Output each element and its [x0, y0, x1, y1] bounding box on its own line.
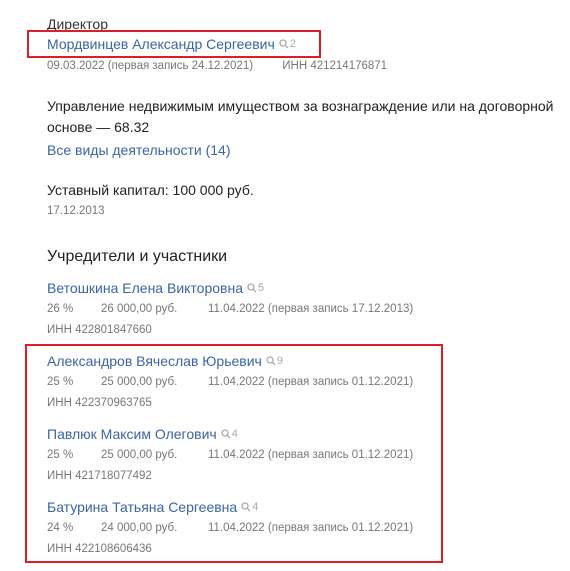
founder-share: 25 % [47, 449, 74, 461]
activity-line-1: Управление недвижимым имуществом за возн… [47, 98, 554, 114]
highlight-director [27, 30, 321, 58]
founder-inn: ИНН 422108606436 [47, 543, 152, 555]
founder-meta: 24 % 24 000,00 руб. 11.04.2022 (первая зап… [47, 522, 413, 534]
founder-count-value: 4 [252, 501, 259, 513]
all-activities-link[interactable]: Все виды деятельности (14) [47, 142, 231, 158]
founder-amount: 26 000,00 руб. [101, 303, 178, 315]
director-inn: ИНН 421214176871 [282, 60, 388, 72]
founder-count: 9 [266, 355, 283, 367]
founder-amount: 25 000,00 руб. [101, 449, 178, 461]
founder-meta: 25 % 25 000,00 руб. 11.04.2022 (первая зап… [47, 376, 413, 388]
founder-share: 25 % [47, 376, 74, 388]
search-icon [241, 502, 251, 512]
founder-count-value: 4 [231, 428, 238, 440]
capital-date: 17.12.2013 [47, 205, 105, 217]
activity-line-2: основе — 68.32 [47, 119, 150, 135]
founder-name-link[interactable]: Батурина Татьяна Сергеевна [47, 499, 237, 515]
founder-date: 11.04.2022 (первая запись 17.12.2013) [208, 303, 414, 315]
search-icon [266, 356, 276, 366]
founder-name-row: Батурина Татьяна Сергеевна 4 [47, 499, 258, 517]
founder-count: 4 [221, 428, 238, 440]
founder-name-link[interactable]: Ветошкина Елена Викторовна [47, 280, 243, 296]
founder-share: 24 % [47, 522, 74, 534]
founder-name-row: Александров Вячеслав Юрьевич 9 [47, 353, 283, 371]
founder-share: 26 % [47, 303, 74, 315]
founder-amount: 24 000,00 руб. [101, 522, 178, 534]
founder-inn: ИНН 422801847660 [47, 324, 152, 336]
founder-date: 11.04.2022 (первая запись 01.12.2021) [208, 376, 414, 388]
director-date: 09.03.2022 (первая запись 24.12.2021) [47, 60, 254, 72]
search-icon [247, 283, 257, 293]
founder-inn: ИНН 421718077492 [47, 470, 152, 482]
founder-amount: 25 000,00 руб. [101, 376, 178, 388]
founder-meta: 25 % 25 000,00 руб. 11.04.2022 (первая зап… [47, 449, 413, 461]
founder-name-row: Павлюк Максим Олегович 4 [47, 426, 238, 444]
director-meta: 09.03.2022 (первая запись 24.12.2021) ИН… [47, 60, 387, 72]
capital-text: Уставный капитал: 100 000 руб. [47, 182, 254, 198]
founder-date: 11.04.2022 (первая запись 01.12.2021) [208, 522, 414, 534]
founder-count: 5 [247, 282, 264, 294]
founder-date: 11.04.2022 (первая запись 01.12.2021) [208, 449, 414, 461]
founder-name-row: Ветошкина Елена Викторовна 5 [47, 280, 264, 298]
founder-name-link[interactable]: Павлюк Максим Олегович [47, 426, 217, 442]
founder-count: 4 [241, 501, 258, 513]
founders-heading: Учредители и участники [47, 248, 228, 265]
founder-name-link[interactable]: Александров Вячеслав Юрьевич [47, 353, 262, 369]
founder-inn: ИНН 422370963765 [47, 397, 152, 409]
search-icon [221, 429, 231, 439]
founder-meta: 26 % 26 000,00 руб. 11.04.2022 (первая зап… [47, 303, 413, 315]
founder-count-value: 5 [258, 282, 265, 294]
founder-count-value: 9 [276, 355, 283, 367]
